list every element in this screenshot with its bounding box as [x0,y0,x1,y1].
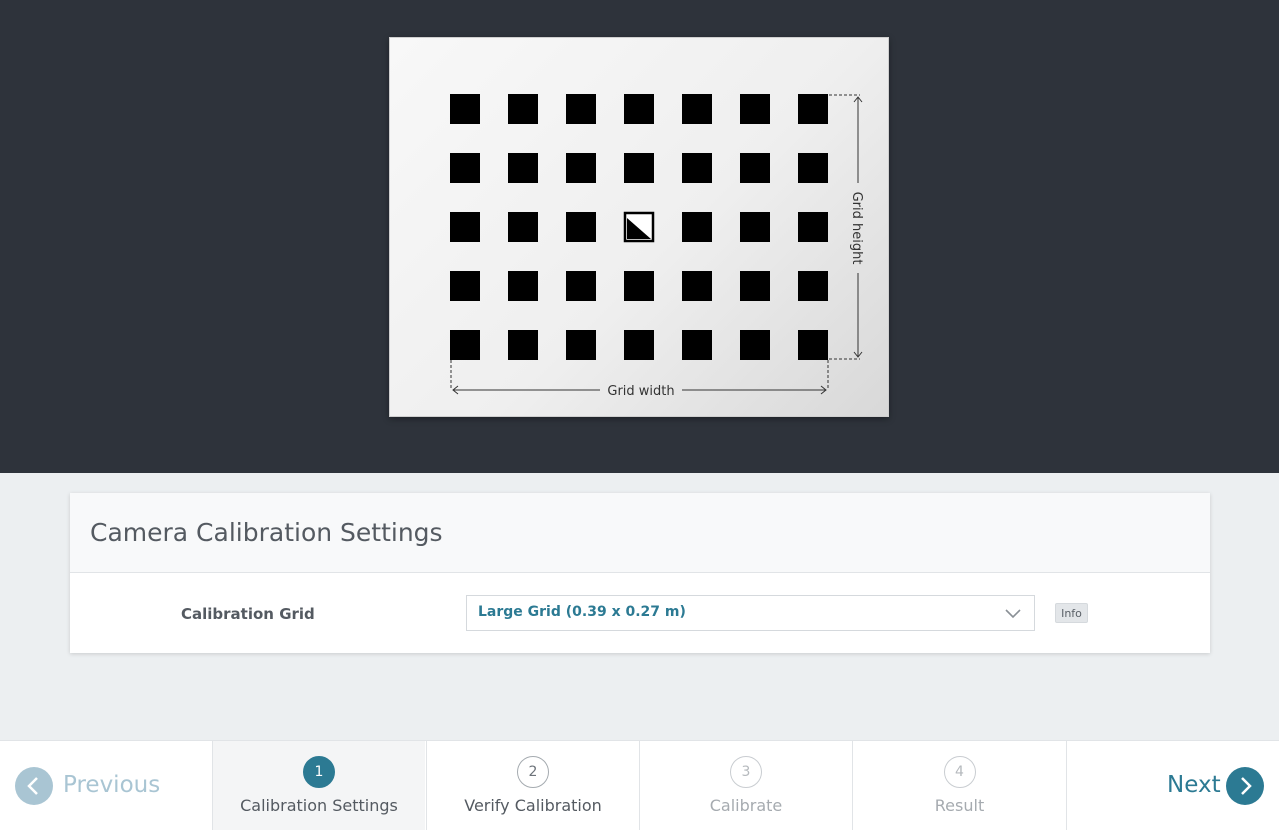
grid-dot [682,153,712,183]
grid-dot [740,212,770,242]
grid-height-label: Grid height [849,192,864,265]
grid-dot [450,94,480,124]
settings-card: Camera Calibration Settings Calibration … [70,493,1210,653]
grid-dot [508,212,538,242]
step-number: 2 [517,756,549,788]
grid-dot [566,271,596,301]
info-button[interactable]: Info [1055,603,1088,623]
grid-dot [798,94,828,124]
grid-dot [740,271,770,301]
grid-dot [450,212,480,242]
grid-dots [450,94,828,360]
step-label: Result [934,796,985,815]
chevron-down-icon [1005,609,1021,619]
grid-dot [798,153,828,183]
settings-title: Camera Calibration Settings [90,518,443,547]
calibration-grid-value: Large Grid (0.39 x 0.27 m) [478,604,686,620]
grid-dot [508,94,538,124]
grid-dot [508,330,538,360]
grid-width-label: Grid width [607,384,674,399]
grid-dot [798,271,828,301]
grid-dot [798,330,828,360]
grid-dot [624,153,654,183]
calibration-grid-select[interactable]: Large Grid (0.39 x 0.27 m) [466,595,1035,631]
grid-dot [450,153,480,183]
grid-dot [566,94,596,124]
step-verify-calibration[interactable]: 2 Verify Calibration [426,741,639,830]
step-calibrate: 3 Calibrate [639,741,852,830]
step-number: 4 [943,756,976,788]
calibration-grid-label: Calibration Grid [181,605,315,623]
grid-dot [508,271,538,301]
height-dimension: Grid height [829,94,864,360]
grid-dot [566,153,596,183]
next-label: Next [1167,772,1221,798]
step-label: Verify Calibration [464,796,602,815]
previous-label: Previous [63,772,161,798]
grid-dot [682,330,712,360]
chevron-left-icon [15,767,53,805]
grid-dot [450,271,480,301]
grid-dot [798,212,828,242]
step-number: 1 [303,756,335,788]
grid-diagram-svg: Grid width Grid height [450,94,864,399]
settings-card-header: Camera Calibration Settings [70,493,1210,573]
grid-dot [624,271,654,301]
next-button[interactable]: Next [1067,741,1279,830]
step-label: Calibration Settings [240,796,398,815]
step-number: 3 [730,756,762,788]
grid-dot [508,153,538,183]
calibration-grid-diagram: Grid width Grid height [389,37,889,417]
grid-dot [450,330,480,360]
grid-dot [682,212,712,242]
step-result: 4 Result [852,741,1067,830]
grid-dot [682,271,712,301]
grid-dot [682,94,712,124]
previous-button[interactable]: Previous [0,741,212,830]
grid-dot [740,330,770,360]
grid-dot [566,212,596,242]
calibration-preview-area: Grid width Grid height [0,0,1279,473]
grid-dot [624,330,654,360]
wizard-footer: Previous 1 Calibration Settings 2 Verify… [0,740,1279,830]
grid-dot [740,94,770,124]
calibration-grid-row: Calibration Grid Large Grid (0.39 x 0.27… [70,573,1210,653]
step-calibration-settings[interactable]: 1 Calibration Settings [212,741,425,830]
grid-dot [740,153,770,183]
step-label: Calibrate [709,796,783,815]
grid-dot [566,330,596,360]
chevron-right-icon [1226,767,1264,805]
width-dimension: Grid width [450,360,829,399]
grid-dot [624,94,654,124]
